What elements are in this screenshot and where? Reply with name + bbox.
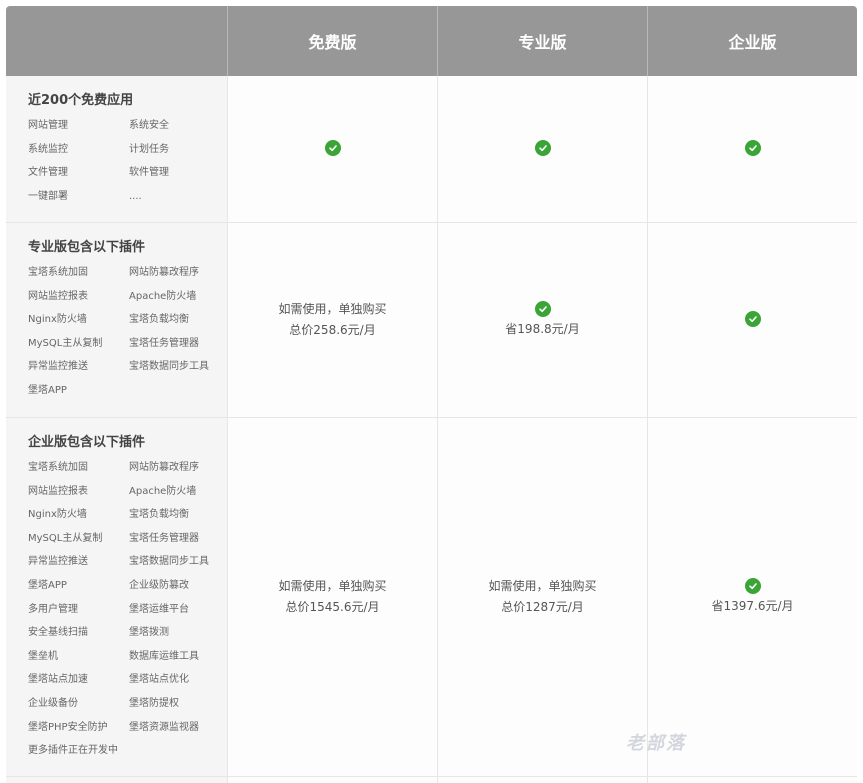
- feature-item: 宝塔数据同步工具: [129, 361, 209, 373]
- free-plan-cell: [227, 777, 437, 783]
- feature-item: 企业级备份: [28, 697, 78, 709]
- plan-price-note: 总价1287元/月: [501, 600, 584, 614]
- pricing-comparison-table: 免费版 专业版 企业版 近200个免费应用 网站管理 系统安全系统监控 计划任务文件…: [6, 6, 857, 783]
- enterprise-plan-cell: [647, 76, 857, 222]
- feature-group-title: 专业版包含以下插件: [28, 240, 146, 255]
- plan-price-note: 省1397.6元/月: [711, 598, 794, 613]
- plan-price-note: 如需使用，单独购买: [278, 302, 387, 316]
- table-row: 企业版包含以下插件 宝塔系统加固 网站防篡改程序网站监控报表 Apache防火墙 Ng…: [6, 418, 857, 777]
- feature-item: 数据库运维工具: [129, 650, 199, 662]
- feature-item: 宝塔系统加固: [28, 267, 88, 278]
- feature-item: 堡塔APP: [28, 579, 67, 591]
- feature-item: Apache防火墙: [129, 290, 197, 302]
- feature-item: 系统监控: [28, 143, 68, 155]
- check-icon: [744, 311, 761, 327]
- feature-item: 堡塔运维平台: [129, 603, 189, 615]
- feature-item: 系统安全: [129, 120, 169, 131]
- feature-list: 宝塔系统加固 网站防篡改程序网站监控报表 Apache防火墙 Nginx防火墙 宝塔负载…: [28, 266, 227, 408]
- feature-item: 堡塔防提权: [129, 697, 179, 709]
- feature-item: 宝塔任务管理器: [129, 337, 199, 349]
- feature-group-title: 近200个免费应用: [28, 93, 134, 108]
- enterprise-plan-cell: 省1397.6元/月: [647, 418, 857, 776]
- feature-item: 异常监控推送: [28, 361, 88, 373]
- check-icon: [324, 140, 341, 156]
- feature-group-title: 企业版包含以下插件: [28, 435, 146, 450]
- enterprise-plan-cell: [647, 223, 857, 417]
- feature-list: 网站管理 系统安全系统监控 计划任务文件管理 软件管理一键部署....: [28, 119, 227, 213]
- feature-cell: 近200个免费应用 网站管理 系统安全系统监控 计划任务文件管理 软件管理一键部署..…: [6, 76, 227, 222]
- table-row: 近200个免费应用 网站管理 系统安全系统监控 计划任务文件管理 软件管理一键部署..…: [6, 76, 857, 223]
- watermark-logo: 老部落: [626, 733, 686, 754]
- check-icon: [744, 577, 761, 594]
- feature-item: Apache防火墙: [129, 485, 197, 497]
- feature-item: 网站监控报表: [28, 485, 88, 497]
- header-enterprise-plan: 企业版: [647, 6, 857, 76]
- feature-item: 堡塔站点优化: [129, 674, 189, 686]
- feature-item: MySQL主从复制: [28, 337, 103, 349]
- header-free-plan: 免费版: [227, 6, 437, 76]
- check-icon: [534, 300, 551, 317]
- pro-plan-cell: [437, 777, 647, 783]
- plan-price-note: 如需使用，单独购买: [278, 579, 387, 593]
- feature-item: ....: [129, 190, 142, 202]
- table-row: 专业版包含以下插件 宝塔系统加固 网站防篡改程序网站监控报表 Apache防火墙 Ng…: [6, 223, 857, 418]
- feature-item: 软件管理: [129, 167, 169, 179]
- enterprise-plan-cell: [647, 777, 857, 783]
- feature-item: 网站防篡改程序: [129, 462, 199, 473]
- free-plan-cell: [227, 76, 437, 222]
- plan-price-note: 省198.8元/月: [505, 321, 580, 336]
- header-pro-plan: 专业版: [437, 6, 647, 76]
- free-plan-cell: 如需使用，单独购买 总价1545.6元/月: [227, 418, 437, 776]
- feature-item: Nginx防火墙: [28, 509, 87, 521]
- feature-item: 企业级防篡改: [129, 579, 189, 591]
- header-empty-cell: [6, 6, 227, 76]
- feature-item: 堡塔APP: [28, 384, 67, 396]
- feature-item: 安全基线扫描: [28, 627, 88, 639]
- check-icon: [534, 140, 551, 156]
- feature-item: 堡塔资源监视器: [129, 721, 199, 733]
- feature-item: 堡塔PHP安全防护: [28, 721, 108, 733]
- feature-item: 多用户管理: [28, 603, 78, 615]
- feature-item: 宝塔任务管理器: [129, 532, 199, 544]
- feature-list: 宝塔系统加固 网站防篡改程序网站监控报表 Apache防火墙 Nginx防火墙 宝塔负载…: [28, 461, 227, 768]
- feature-item: 文件管理: [28, 167, 68, 179]
- feature-item: 异常监控推送: [28, 556, 88, 568]
- feature-item: 宝塔数据同步工具: [129, 556, 209, 568]
- feature-item: 堡塔拨测: [129, 627, 169, 639]
- feature-item: 计划任务: [129, 143, 169, 155]
- feature-item: 宝塔系统加固: [28, 462, 88, 473]
- pro-plan-cell: 如需使用，单独购买 总价1287元/月: [437, 418, 647, 776]
- table-header: 免费版 专业版 企业版: [6, 6, 857, 76]
- feature-item: 堡垒机: [28, 650, 58, 662]
- feature-item: 网站防篡改程序: [129, 267, 199, 278]
- feature-item: 堡塔站点加速: [28, 674, 88, 686]
- feature-item: 网站监控报表: [28, 290, 88, 302]
- feature-cell: 专业版包含以下插件 宝塔系统加固 网站防篡改程序网站监控报表 Apache防火墙 Ng…: [6, 223, 227, 417]
- feature-item: 宝塔负载均衡: [129, 314, 189, 326]
- check-icon: [744, 140, 761, 156]
- feature-item: 更多插件正在开发中: [28, 745, 118, 757]
- feature-item: 一键部署: [28, 190, 68, 202]
- feature-cell: [6, 777, 227, 783]
- free-plan-cell: 如需使用，单独购买 总价258.6元/月: [227, 223, 437, 417]
- feature-cell: 企业版包含以下插件 宝塔系统加固 网站防篡改程序网站监控报表 Apache防火墙 Ng…: [6, 418, 227, 776]
- feature-item: Nginx防火墙: [28, 314, 87, 326]
- feature-item: MySQL主从复制: [28, 532, 103, 544]
- pro-plan-cell: 省198.8元/月: [437, 223, 647, 417]
- pro-plan-cell: [437, 76, 647, 222]
- feature-item: 宝塔负载均衡: [129, 509, 189, 521]
- plan-price-note: 总价258.6元/月: [289, 323, 376, 337]
- feature-item: 网站管理: [28, 120, 68, 131]
- table-row-partial: [6, 777, 857, 783]
- plan-price-note: 总价1545.6元/月: [285, 600, 380, 614]
- plan-price-note: 如需使用，单独购买: [488, 579, 597, 593]
